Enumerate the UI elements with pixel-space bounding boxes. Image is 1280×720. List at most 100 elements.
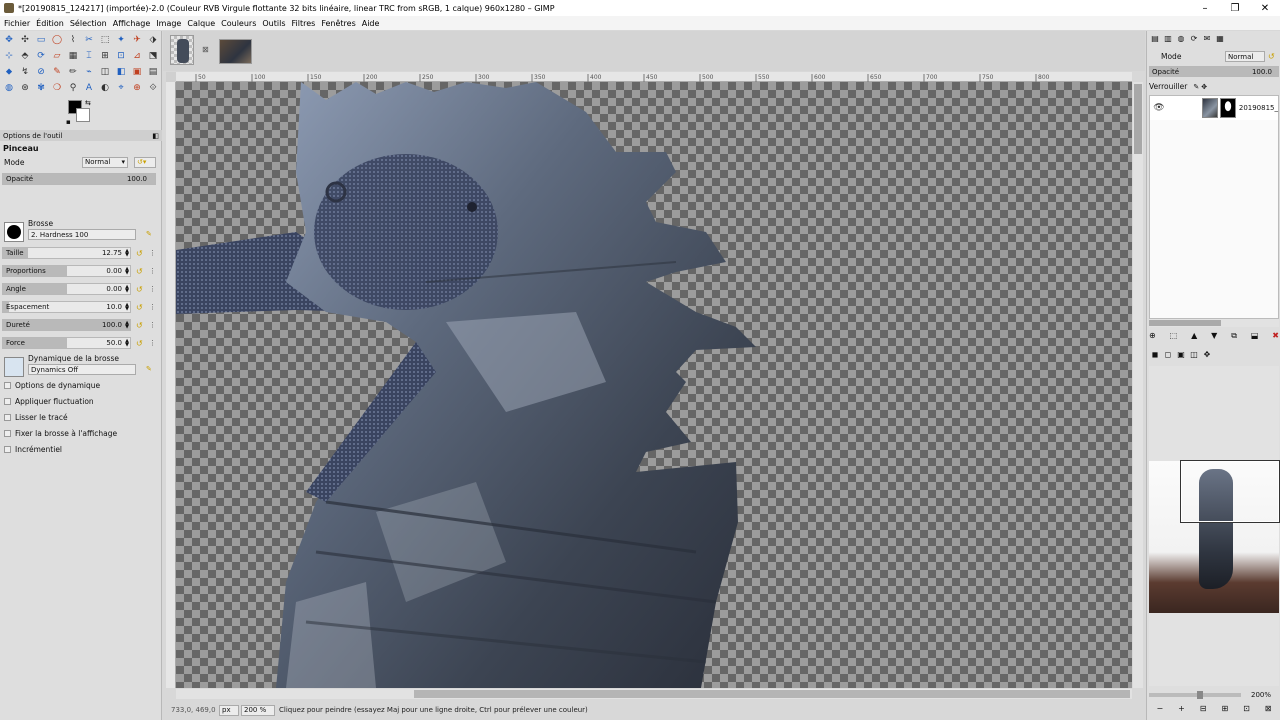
- menu-aide[interactable]: Aide: [362, 19, 380, 28]
- layers-button-2[interactable]: ▲: [1191, 331, 1197, 343]
- reset-icon[interactable]: ↺: [136, 285, 145, 294]
- vertical-scrollbar-thumb[interactable]: [1134, 84, 1142, 154]
- spin-arrows-icon[interactable]: ▲ ▼: [125, 321, 129, 330]
- layers-button-1[interactable]: ⬚: [1170, 331, 1178, 343]
- tool-icon-25[interactable]: ⌁: [82, 65, 96, 79]
- chain-icon[interactable]: ⋮: [149, 321, 158, 330]
- nav-tab-2[interactable]: ▣: [1175, 349, 1187, 361]
- dock-tab-5[interactable]: ▦: [1214, 33, 1226, 45]
- tool-icon-16[interactable]: ⊞: [98, 49, 112, 63]
- nav-button-3[interactable]: ⊞: [1221, 704, 1228, 716]
- tool-icon-34[interactable]: ⚲: [66, 81, 80, 95]
- minimize-button[interactable]: –: [1190, 0, 1220, 16]
- lock-position-icon[interactable]: ✥: [1201, 83, 1207, 91]
- tool-icon-33[interactable]: ❍: [50, 81, 64, 95]
- tab-menu-icon[interactable]: ◧: [152, 132, 159, 140]
- checkbox-box[interactable]: [4, 446, 11, 453]
- dock-tab-2[interactable]: ◍: [1175, 33, 1187, 45]
- tool-icon-24[interactable]: ✏: [66, 65, 80, 79]
- tool-icon-20[interactable]: ⬥: [2, 65, 16, 79]
- tool-icon-27[interactable]: ◧: [114, 65, 128, 79]
- dynamics-name-field[interactable]: Dynamics Off: [28, 364, 136, 375]
- tool-icon-28[interactable]: ▣: [130, 65, 144, 79]
- menu-calque[interactable]: Calque: [187, 19, 215, 28]
- checkbox-3[interactable]: Fixer la brosse à l'affichage: [4, 428, 154, 439]
- tool-icon-8[interactable]: ✈: [130, 33, 144, 47]
- slider-4[interactable]: Dureté 100.0 ▲ ▼: [2, 319, 131, 331]
- navigation-zoom-knob[interactable]: [1197, 691, 1203, 699]
- tool-icon-17[interactable]: ⊡: [114, 49, 128, 63]
- tool-icon-21[interactable]: ↯: [18, 65, 32, 79]
- layer-mode-select[interactable]: Normal: [1225, 51, 1265, 62]
- layers-scrollbar-thumb[interactable]: [1149, 320, 1221, 326]
- vertical-scrollbar[interactable]: [1133, 82, 1143, 688]
- image-tab-active[interactable]: [170, 35, 194, 65]
- tool-icon-35[interactable]: A: [82, 81, 96, 95]
- tool-icon-31[interactable]: ⊛: [18, 81, 32, 95]
- image-tab-second[interactable]: [219, 39, 252, 64]
- tool-icon-3[interactable]: ◯: [50, 33, 64, 47]
- tool-icon-1[interactable]: ✣: [18, 33, 32, 47]
- layers-scrollbar[interactable]: [1149, 319, 1279, 327]
- tool-icon-30[interactable]: ◍: [2, 81, 16, 95]
- tool-icon-10[interactable]: ⊹: [2, 49, 16, 63]
- tool-icon-29[interactable]: ▤: [146, 65, 160, 79]
- spin-arrows-icon[interactable]: ▲ ▼: [125, 285, 129, 294]
- dock-tab-3[interactable]: ⟳: [1188, 33, 1200, 45]
- reset-icon[interactable]: ↺: [136, 267, 145, 276]
- dock-tab-4[interactable]: ✉: [1201, 33, 1213, 45]
- brush-preview-button[interactable]: [4, 222, 24, 242]
- dock-tab-1[interactable]: ▥: [1162, 33, 1174, 45]
- chain-icon[interactable]: ⋮: [149, 249, 158, 258]
- brush-edit-icon[interactable]: ✎: [146, 230, 155, 239]
- spin-arrows-icon[interactable]: ▲ ▼: [125, 303, 129, 312]
- default-colors-icon[interactable]: ▪: [66, 118, 71, 126]
- chain-icon[interactable]: ⋮: [149, 303, 158, 312]
- menu-image[interactable]: Image: [156, 19, 181, 28]
- layers-button-3[interactable]: ▼: [1211, 331, 1217, 343]
- slider-3[interactable]: Espacement 10.0 ▲ ▼: [2, 301, 131, 313]
- reset-icon[interactable]: ↺: [136, 303, 145, 312]
- close-icon[interactable]: ⊠: [202, 45, 209, 54]
- horizontal-scrollbar[interactable]: [176, 689, 1132, 699]
- tool-icon-19[interactable]: ⬔: [146, 49, 160, 63]
- tool-icon-15[interactable]: ⌶: [82, 49, 96, 63]
- checkbox-4[interactable]: Incrémentiel: [4, 444, 154, 455]
- zoom-select[interactable]: 200 %: [241, 704, 275, 716]
- tool-icon-13[interactable]: ▱: [50, 49, 64, 63]
- menu-outils[interactable]: Outils: [262, 19, 285, 28]
- tool-icon-0[interactable]: ✥: [2, 33, 16, 47]
- nav-tab-1[interactable]: ◻: [1162, 349, 1174, 361]
- spin-arrows-icon[interactable]: ▲ ▼: [125, 339, 129, 348]
- nav-button-0[interactable]: −: [1156, 704, 1163, 716]
- menu-couleurs[interactable]: Couleurs: [221, 19, 256, 28]
- menu-fenetres[interactable]: Fenêtres: [321, 19, 355, 28]
- tool-icon-37[interactable]: ⌖: [114, 81, 128, 95]
- tool-icon-9[interactable]: ⬗: [146, 33, 160, 47]
- mode-reset-button[interactable]: ↺▾: [134, 156, 156, 168]
- menu-selection[interactable]: Sélection: [70, 19, 107, 28]
- checkbox-box[interactable]: [4, 430, 11, 437]
- tool-icon-11[interactable]: ⬘: [18, 49, 32, 63]
- menu-affichage[interactable]: Affichage: [113, 19, 151, 28]
- tool-options-tab[interactable]: Options de l'outil ◧: [0, 130, 162, 141]
- tool-icon-6[interactable]: ⬚: [98, 33, 112, 47]
- layer-name[interactable]: 20190815_: [1239, 104, 1278, 112]
- tool-icon-14[interactable]: ▦: [66, 49, 80, 63]
- checkbox-2[interactable]: Lisser le tracé: [4, 412, 154, 423]
- dynamics-edit-icon[interactable]: ✎: [146, 365, 155, 374]
- brush-name-field[interactable]: 2. Hardness 100: [28, 229, 136, 240]
- chain-icon[interactable]: ⋮: [149, 339, 158, 348]
- nav-button-4[interactable]: ⊡: [1243, 704, 1250, 716]
- tool-icon-7[interactable]: ✦: [114, 33, 128, 47]
- tool-icon-38[interactable]: ⊕: [130, 81, 144, 95]
- checkbox-box[interactable]: [4, 414, 11, 421]
- nav-button-2[interactable]: ⊟: [1200, 704, 1207, 716]
- menu-fichier[interactable]: Fichier: [4, 19, 30, 28]
- tool-icon-26[interactable]: ◫: [98, 65, 112, 79]
- background-color-swatch[interactable]: [76, 108, 90, 122]
- unit-select[interactable]: px: [219, 704, 239, 716]
- reset-icon[interactable]: ↺: [136, 339, 145, 348]
- nav-tab-0[interactable]: ◼: [1149, 349, 1161, 361]
- spin-arrows-icon[interactable]: ▲ ▼: [125, 267, 129, 276]
